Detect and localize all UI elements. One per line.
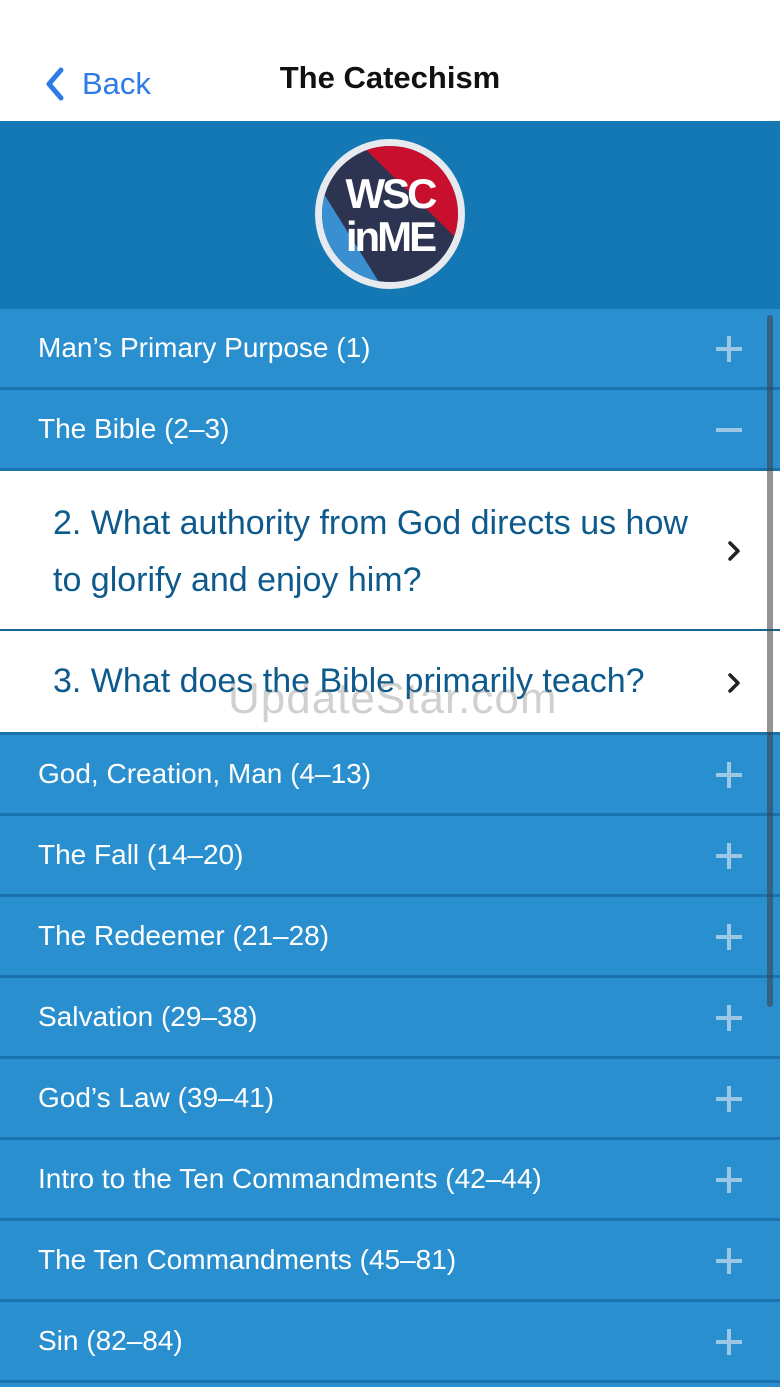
logo-text-line1: WSC <box>346 170 438 217</box>
plus-icon <box>716 1005 742 1031</box>
section-label: Sin (82–84) <box>38 1325 183 1356</box>
section-row-the-redeemer[interactable]: The Redeemer (21–28) <box>0 897 780 978</box>
section-row-salvation[interactable]: Salvation (29–38) <box>0 978 780 1059</box>
section-label: The Ten Commandments (45–81) <box>38 1244 457 1275</box>
question-row-3[interactable]: 3. What does the Bible primarily teach? <box>0 631 780 735</box>
section-row-ten-commandments[interactable]: The Ten Commandments (45–81) <box>0 1221 780 1302</box>
plus-icon <box>716 843 742 869</box>
section-label: Man’s Primary Purpose (1) <box>38 332 371 363</box>
question-text: 3. What does the Bible primarily teach? <box>53 662 645 700</box>
plus-icon <box>716 1167 742 1193</box>
section-label: God, Creation, Man (4–13) <box>38 758 372 789</box>
plus-icon <box>716 762 742 788</box>
plus-icon <box>716 336 742 362</box>
section-row-gods-law[interactable]: God’s Law (39–41) <box>0 1059 780 1140</box>
nav-bar: Back The Catechism <box>0 0 780 121</box>
section-row-intro-ten-commandments[interactable]: Intro to the Ten Commandments (42–44) <box>0 1140 780 1221</box>
section-row-the-fall[interactable]: The Fall (14–20) <box>0 816 780 897</box>
chevron-right-icon <box>728 673 740 693</box>
plus-icon <box>716 1086 742 1112</box>
chevron-right-icon <box>728 541 740 561</box>
logo-text-line2: inME <box>346 213 436 260</box>
plus-icon <box>716 924 742 950</box>
section-label: The Fall (14–20) <box>38 839 244 870</box>
section-row-god-creation-man[interactable]: God, Creation, Man (4–13) <box>0 735 780 816</box>
plus-icon <box>716 1329 742 1355</box>
section-label: Salvation (29–38) <box>38 1001 258 1032</box>
header-banner: WSC inME <box>0 121 780 309</box>
section-row-sin[interactable]: Sin (82–84) <box>0 1302 780 1383</box>
question-row-2[interactable]: 2. What authority from God directs us ho… <box>0 471 780 631</box>
catechism-section-list: Man’s Primary Purpose (1) The Bible (2–3… <box>0 309 780 1383</box>
section-row-primary-purpose[interactable]: Man’s Primary Purpose (1) <box>0 309 780 390</box>
section-label: God’s Law (39–41) <box>38 1082 275 1113</box>
question-text: 2. What authority from God directs us ho… <box>53 504 688 599</box>
page-title: The Catechism <box>279 60 501 95</box>
wsc-inme-logo: WSC inME <box>315 139 465 289</box>
plus-icon <box>716 1248 742 1274</box>
section-label: Intro to the Ten Commandments (42–44) <box>38 1163 542 1194</box>
section-label: The Bible (2–3) <box>38 413 230 444</box>
scrollbar[interactable] <box>767 315 773 1007</box>
minus-icon <box>716 417 742 443</box>
section-label: The Redeemer (21–28) <box>38 920 330 951</box>
section-row-bible[interactable]: The Bible (2–3) <box>0 390 780 471</box>
